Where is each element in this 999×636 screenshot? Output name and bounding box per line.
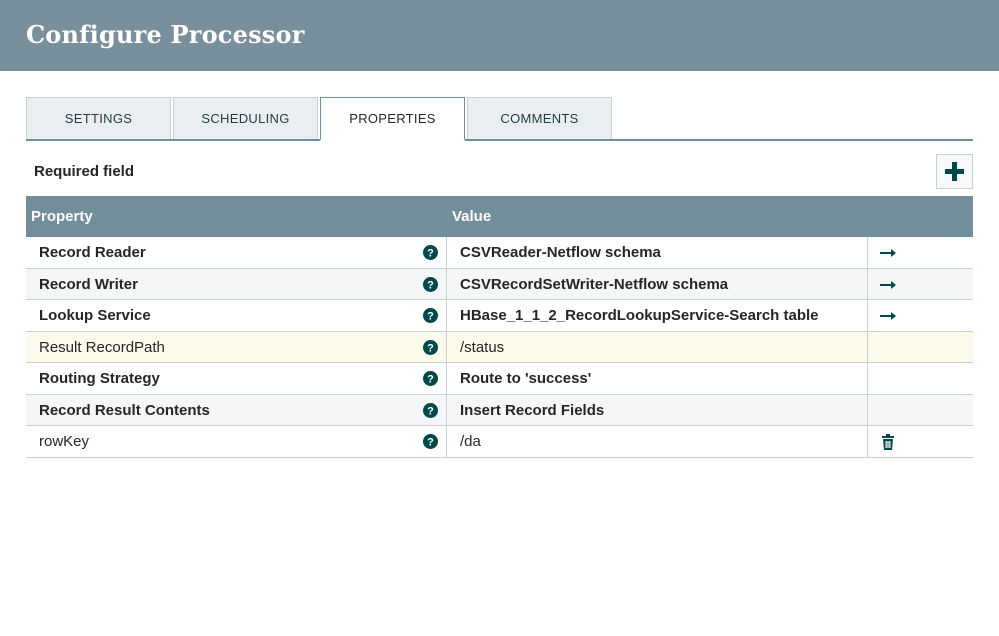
table-row[interactable]: Record Writer ? CSVRecordSetWriter-Netfl… bbox=[26, 268, 973, 300]
arrow-right-icon[interactable] bbox=[879, 276, 897, 294]
value-cell[interactable]: HBase_1_1_2_RecordLookupService-Search t… bbox=[447, 300, 868, 331]
column-header-value[interactable]: Value bbox=[452, 208, 491, 225]
property-cell: Lookup Service ? bbox=[26, 300, 447, 331]
add-property-button[interactable] bbox=[936, 154, 973, 189]
svg-text:?: ? bbox=[427, 279, 434, 291]
tab-comments[interactable]: COMMENTS bbox=[467, 97, 612, 139]
property-name: Record Reader bbox=[39, 244, 146, 261]
action-cell bbox=[868, 395, 973, 426]
help-icon[interactable]: ? bbox=[423, 402, 438, 418]
tab-properties[interactable]: PROPERTIES bbox=[320, 97, 465, 141]
dialog-title: Configure Processor bbox=[26, 20, 305, 49]
help-icon[interactable]: ? bbox=[423, 276, 438, 292]
tab-comments-label: COMMENTS bbox=[500, 111, 579, 126]
action-cell bbox=[868, 300, 973, 331]
property-cell: Result RecordPath ? bbox=[26, 331, 447, 362]
column-header-property[interactable]: Property bbox=[31, 208, 93, 225]
value-cell[interactable]: Insert Record Fields bbox=[447, 394, 868, 425]
arrow-right-icon[interactable] bbox=[879, 307, 897, 325]
svg-text:?: ? bbox=[427, 248, 434, 260]
property-name: Record Writer bbox=[39, 275, 138, 293]
svg-text:?: ? bbox=[427, 437, 434, 449]
plus-icon bbox=[945, 162, 964, 181]
svg-text:?: ? bbox=[427, 405, 434, 417]
property-name: rowKey bbox=[39, 433, 90, 450]
table-row[interactable]: Record Result Contents ? Insert Record F… bbox=[26, 394, 973, 426]
help-icon[interactable]: ? bbox=[423, 339, 438, 355]
tab-scheduling[interactable]: SCHEDULING bbox=[173, 97, 318, 139]
property-value: CSVRecordSetWriter-Netflow schema bbox=[460, 275, 729, 293]
action-cell bbox=[868, 363, 973, 394]
trash-icon[interactable] bbox=[879, 433, 897, 451]
property-value: /status bbox=[460, 338, 505, 356]
table-row[interactable]: Lookup Service ? HBase_1_1_2_RecordLooku… bbox=[26, 300, 973, 332]
required-field-label: Required field bbox=[34, 163, 135, 180]
tab-properties-label: PROPERTIES bbox=[349, 111, 436, 126]
property-cell: Record Result Contents ? bbox=[26, 394, 447, 425]
help-icon[interactable]: ? bbox=[423, 308, 438, 323]
property-value: Insert Record Fields bbox=[460, 401, 605, 419]
properties-grid: Property Value Record Reader ? CSVReader… bbox=[26, 196, 973, 458]
action-cell bbox=[868, 426, 973, 457]
property-name: Result RecordPath bbox=[39, 338, 165, 356]
tab-settings-label: SETTINGS bbox=[64, 111, 133, 126]
help-icon[interactable]: ? bbox=[423, 245, 438, 260]
action-cell bbox=[868, 237, 973, 268]
svg-text:?: ? bbox=[427, 374, 434, 386]
help-icon[interactable]: ? bbox=[423, 434, 438, 449]
property-value: CSVReader-Netflow schema bbox=[460, 244, 661, 261]
property-name: Routing Strategy bbox=[39, 370, 160, 387]
value-cell[interactable]: CSVRecordSetWriter-Netflow schema bbox=[447, 268, 868, 299]
table-row[interactable]: Record Reader ? CSVReader-Netflow schema bbox=[26, 237, 973, 269]
value-cell[interactable]: CSVReader-Netflow schema bbox=[447, 237, 868, 268]
property-name: Record Result Contents bbox=[39, 401, 210, 419]
property-name: Lookup Service bbox=[39, 307, 151, 324]
action-cell bbox=[868, 269, 973, 300]
value-cell[interactable]: /status bbox=[447, 331, 868, 362]
table-row[interactable]: rowKey ? /da bbox=[26, 426, 973, 458]
table-row[interactable]: Result RecordPath ? /status bbox=[26, 331, 973, 363]
property-value: Route to 'success' bbox=[460, 370, 592, 387]
tab-bar: SETTINGS SCHEDULING PROPERTIES COMMENTS bbox=[26, 97, 973, 141]
value-cell[interactable]: Route to 'success' bbox=[447, 363, 868, 394]
table-row[interactable]: Routing Strategy ? Route to 'success' bbox=[26, 363, 973, 395]
svg-text:?: ? bbox=[427, 311, 434, 323]
dialog-header: Configure Processor bbox=[0, 0, 999, 71]
property-cell: Record Reader ? bbox=[26, 237, 447, 268]
property-value: HBase_1_1_2_RecordLookupService-Search t… bbox=[460, 307, 819, 324]
property-cell: Routing Strategy ? bbox=[26, 363, 447, 394]
grid-header: Property Value bbox=[26, 196, 973, 237]
tab-scheduling-label: SCHEDULING bbox=[201, 111, 290, 126]
value-cell[interactable]: /da bbox=[447, 426, 868, 457]
svg-text:?: ? bbox=[427, 342, 434, 354]
property-cell: rowKey ? bbox=[26, 426, 447, 457]
property-cell: Record Writer ? bbox=[26, 268, 447, 299]
tab-settings[interactable]: SETTINGS bbox=[26, 97, 171, 139]
help-icon[interactable]: ? bbox=[423, 371, 438, 386]
action-cell bbox=[868, 332, 973, 363]
arrow-right-icon[interactable] bbox=[879, 244, 897, 262]
property-value: /da bbox=[460, 433, 481, 450]
